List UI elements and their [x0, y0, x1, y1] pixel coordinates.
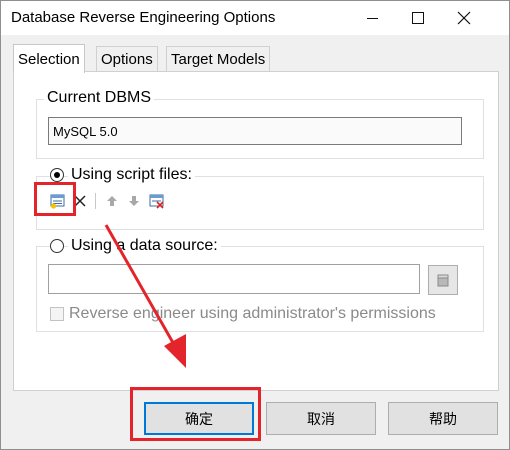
tab-selection[interactable]: Selection	[13, 44, 85, 73]
tab-selection-label: Selection	[18, 50, 80, 68]
